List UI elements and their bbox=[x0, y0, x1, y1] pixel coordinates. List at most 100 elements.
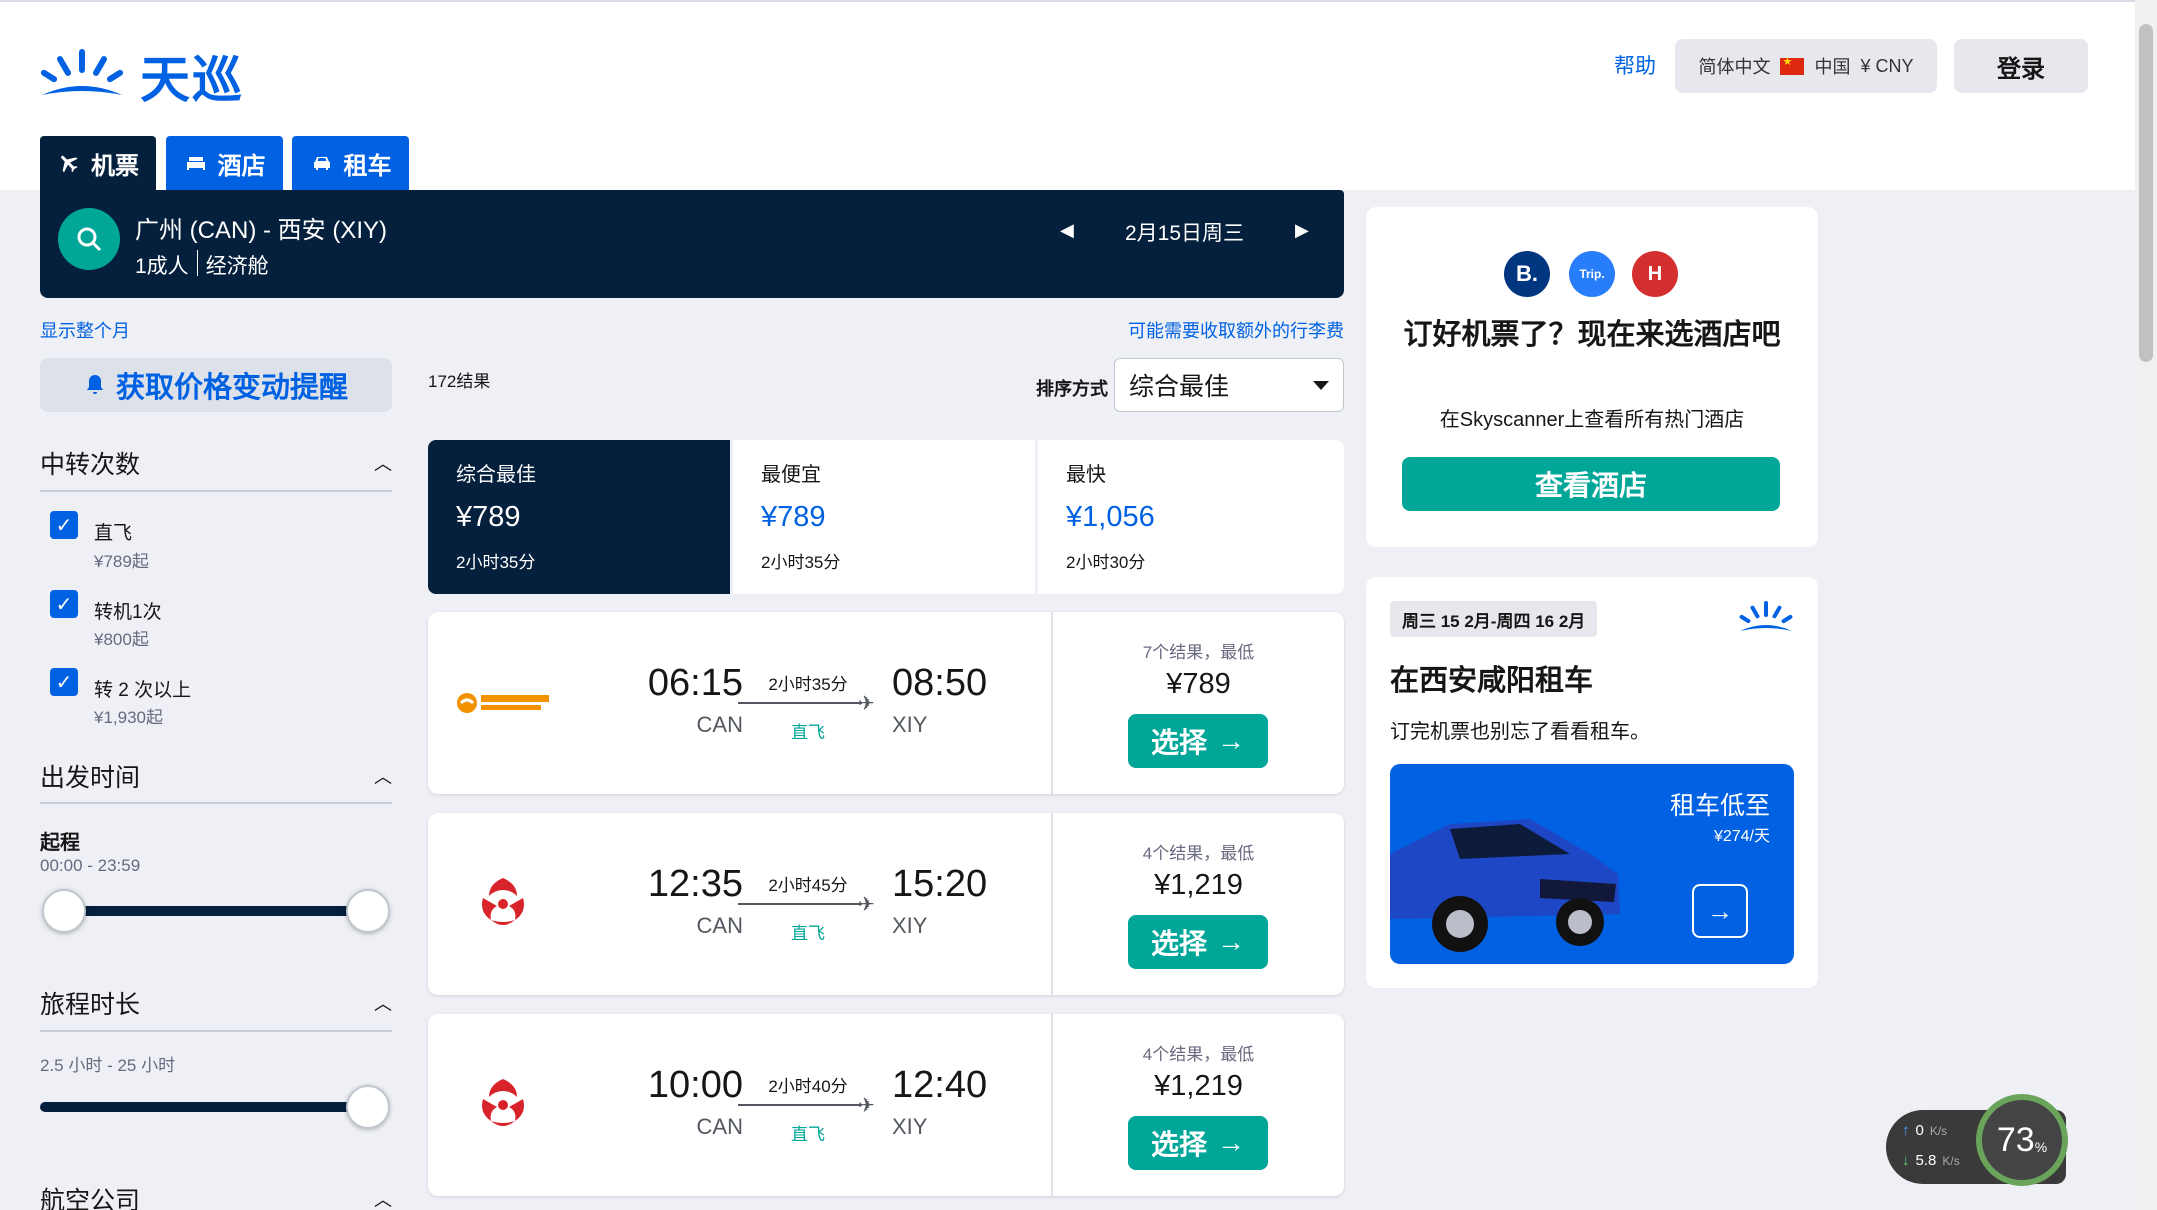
view-hotels-button[interactable]: 查看酒店 bbox=[1402, 457, 1780, 511]
car-promo-banner[interactable]: 租车低至 ¥274/天 → bbox=[1390, 764, 1794, 964]
memory-usage-gauge[interactable]: 73 % bbox=[1976, 1094, 2068, 1186]
region-label: 中国 bbox=[1814, 57, 1851, 77]
sort-tab-cheapest[interactable]: 最便宜 ¥789 2小时35分 bbox=[733, 440, 1035, 594]
language-label: 简体中文 bbox=[1698, 57, 1771, 77]
next-date-icon[interactable]: ▶ bbox=[1295, 220, 1309, 241]
tab-cars-label: 租车 bbox=[343, 152, 392, 180]
stops-option-price: ¥1,930起 bbox=[94, 708, 163, 727]
download-arrow-icon: ↓ bbox=[1902, 1152, 1910, 1169]
flight-card[interactable]: 12:35 CAN 2小时45分 ✈ 直飞 15:20 XIY 4个结果，最低 … bbox=[428, 813, 1344, 995]
tab-cars[interactable]: 租车 bbox=[292, 136, 409, 190]
price-alert-label: 获取价格变动提醒 bbox=[115, 372, 348, 404]
departure-airport-code: CAN bbox=[696, 913, 743, 938]
checkbox-one-stop[interactable]: ✓ bbox=[50, 590, 78, 618]
arrival-airport-code: XIY bbox=[892, 712, 928, 737]
departure-slider-track[interactable] bbox=[62, 906, 368, 916]
stops-filter-header[interactable]: 中转次数 ︿ bbox=[40, 445, 392, 481]
route-line bbox=[738, 1104, 862, 1106]
departure-filter-header[interactable]: 出发时间 ︿ bbox=[40, 758, 392, 794]
sort-tab-best[interactable]: 综合最佳 ¥789 2小时35分 bbox=[428, 440, 730, 594]
sort-tab-duration: 2小时35分 bbox=[456, 553, 536, 572]
search-icon bbox=[77, 227, 102, 252]
departure-slider-min-handle[interactable] bbox=[42, 889, 86, 933]
arrival-time: 15:20 bbox=[892, 863, 988, 905]
divider bbox=[40, 802, 392, 804]
stops-option-label: 直飞 bbox=[94, 523, 133, 544]
stops-filter-title: 中转次数 bbox=[40, 451, 141, 479]
price-alert-button[interactable]: 获取价格变动提醒 bbox=[40, 358, 392, 412]
cabin-label: 经济舱 bbox=[205, 255, 269, 278]
flight-duration: 2小时35分 bbox=[768, 675, 848, 694]
page-scrollbar[interactable] bbox=[2135, 0, 2157, 1210]
hotel-promo-card: B. Trip. H 订好机票了？现在来选酒店吧 在Skyscanner上查看所… bbox=[1366, 207, 1818, 547]
duration-slider-max-handle[interactable] bbox=[346, 1085, 390, 1129]
usage-percent-unit: % bbox=[2034, 1139, 2048, 1155]
results-count: 172结果 bbox=[428, 372, 491, 391]
arrival-time: 12:40 bbox=[892, 1064, 988, 1106]
upload-value: 0 bbox=[1915, 1122, 1924, 1139]
select-button[interactable]: 选择 → bbox=[1128, 1116, 1268, 1170]
tab-flights[interactable]: 机票 bbox=[40, 136, 156, 190]
currency-label: ¥ CNY bbox=[1860, 55, 1914, 76]
date-label[interactable]: 2月15日周三 bbox=[1125, 217, 1244, 247]
checkbox-two-plus-stops[interactable]: ✓ bbox=[50, 668, 78, 696]
flight-duration: 2小时45分 bbox=[768, 876, 848, 895]
arrival-airport-code: XIY bbox=[892, 1114, 928, 1139]
previous-date-icon[interactable]: ◀ bbox=[1060, 220, 1074, 241]
stops-label: 直飞 bbox=[791, 723, 825, 742]
upload-arrow-icon: ↑ bbox=[1902, 1122, 1910, 1139]
select-button[interactable]: 选择 → bbox=[1128, 714, 1268, 768]
departure-filter-title: 出发时间 bbox=[40, 764, 141, 792]
duration-filter-title: 旅程时长 bbox=[40, 991, 141, 1019]
hotels-logo-icon: H bbox=[1632, 251, 1678, 297]
sort-tab-fastest[interactable]: 最快 ¥1,056 2小时30分 bbox=[1038, 440, 1344, 594]
date-range-chip: 周三 15 2月-周四 16 2月 bbox=[1390, 601, 1598, 637]
sunrise-logo-icon bbox=[40, 49, 124, 95]
plane-icon: ✈ bbox=[858, 1095, 875, 1117]
duration-slider-track[interactable] bbox=[40, 1102, 368, 1112]
chevron-up-icon: ︿ bbox=[374, 1190, 392, 1210]
flight-price: ¥789 bbox=[1166, 668, 1231, 700]
arrival-airport-code: XIY bbox=[892, 913, 928, 938]
sort-tab-duration: 2小时35分 bbox=[761, 553, 841, 572]
brand-logo[interactable]: 天巡 bbox=[38, 40, 244, 112]
tab-hotels[interactable]: 酒店 bbox=[166, 136, 283, 190]
login-button[interactable]: 登录 bbox=[1954, 39, 2088, 93]
sort-tab-price: ¥1,056 bbox=[1066, 501, 1155, 533]
flight-card[interactable]: 06:15 CAN 2小时35分 ✈ 直飞 08:50 XIY 7个结果，最低 … bbox=[428, 612, 1344, 794]
sort-tab-price: ¥789 bbox=[456, 501, 521, 533]
booking-logo-icon: B. bbox=[1504, 251, 1550, 297]
duration-filter-header[interactable]: 旅程时长 ︿ bbox=[40, 985, 392, 1021]
select-button[interactable]: 选择 → bbox=[1128, 915, 1268, 969]
arrow-right-icon: → bbox=[1217, 926, 1245, 957]
help-link[interactable]: 帮助 bbox=[1614, 50, 1656, 80]
flight-price: ¥1,219 bbox=[1154, 869, 1243, 901]
select-button-label: 选择 bbox=[1150, 928, 1207, 959]
brand-name: 天巡 bbox=[140, 52, 244, 108]
search-button[interactable] bbox=[58, 208, 120, 270]
offers-count: 4个结果，最低 bbox=[1142, 844, 1255, 863]
departure-airport-code: CAN bbox=[696, 1114, 743, 1139]
locale-button[interactable]: 简体中文 中国 ¥ CNY bbox=[1675, 39, 1937, 93]
sort-select[interactable]: 综合最佳 bbox=[1114, 358, 1344, 412]
scrollbar-thumb[interactable] bbox=[2139, 24, 2153, 362]
sort-tab-title: 最便宜 bbox=[761, 464, 821, 486]
trip-logo-icon: Trip. bbox=[1569, 251, 1615, 297]
stops-option-price: ¥800起 bbox=[94, 630, 149, 649]
airlines-filter-header[interactable]: 航空公司 ︿ bbox=[40, 1181, 392, 1210]
checkbox-direct[interactable]: ✓ bbox=[50, 511, 78, 539]
baggage-fees-link[interactable]: 可能需要收取额外的行李费 bbox=[1128, 317, 1344, 343]
sort-tab-duration: 2小时30分 bbox=[1066, 553, 1146, 572]
departure-slider-max-handle[interactable] bbox=[346, 889, 390, 933]
car-promo-subtitle: 订完机票也别忘了看看租车。 bbox=[1390, 721, 1650, 743]
divider bbox=[40, 1030, 392, 1032]
download-unit: K/s bbox=[1942, 1153, 1960, 1168]
flight-card[interactable]: 10:00 CAN 2小时40分 ✈ 直飞 12:40 XIY 4个结果，最低 … bbox=[428, 1014, 1344, 1196]
stops-label: 直飞 bbox=[791, 1125, 825, 1144]
car-rental-promo-card[interactable]: 周三 15 2月-周四 16 2月 在西安咸阳租车 订完机票也别忘了看看租车。 … bbox=[1366, 577, 1818, 988]
search-summary-bar[interactable]: 广州 (CAN) - 西安 (XIY) 1成人 经济舱 ◀ 2月15日周三 ▶ bbox=[40, 190, 1344, 298]
show-month-link[interactable]: 显示整个月 bbox=[40, 317, 130, 343]
select-button-label: 选择 bbox=[1150, 727, 1207, 758]
download-value: 5.8 bbox=[1915, 1152, 1937, 1169]
arrow-right-icon[interactable]: → bbox=[1692, 884, 1748, 938]
